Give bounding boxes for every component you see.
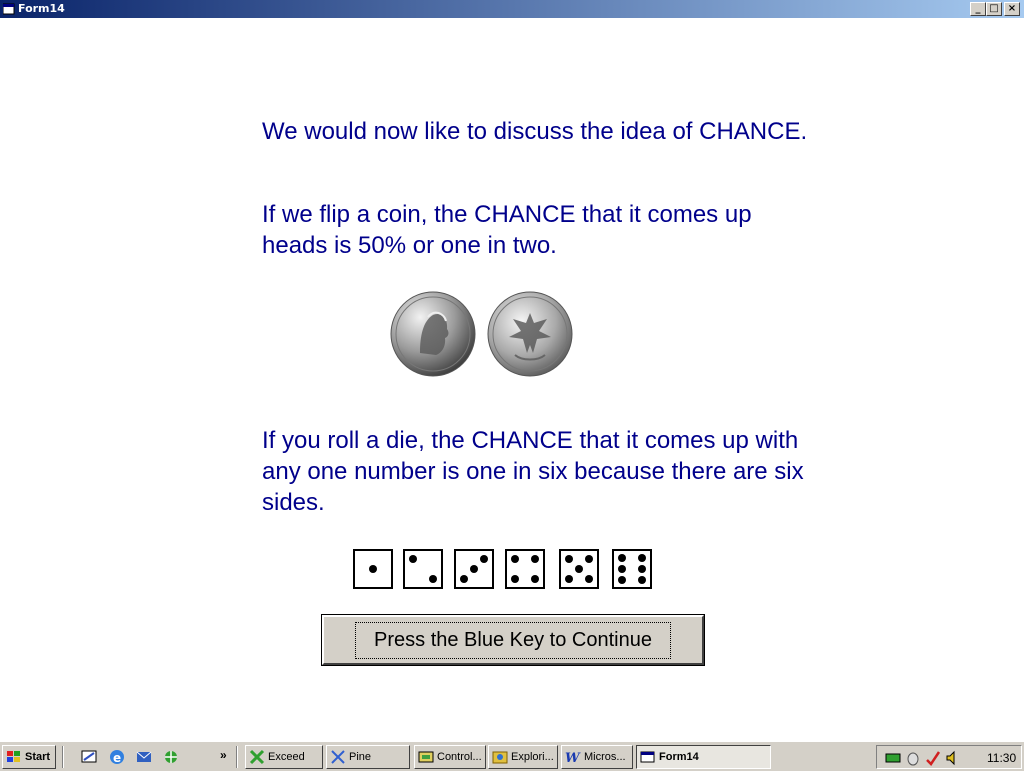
more-chevron[interactable]: »	[220, 748, 227, 762]
close-button[interactable]: ×	[1004, 2, 1020, 16]
window-title: Form14	[18, 2, 65, 15]
task-label: Control...	[437, 751, 482, 763]
exceed-icon	[249, 749, 265, 765]
task-label: Pine	[349, 751, 372, 763]
task-label: Explori...	[511, 751, 554, 763]
task-pine[interactable]: Pine	[326, 745, 410, 769]
coin-paragraph: If we flip a coin, the CHANCE that it co…	[262, 201, 752, 259]
coin-tails-icon	[487, 291, 573, 377]
task-control-panel[interactable]: Control...	[414, 745, 486, 769]
die-paragraph: If you roll a die, the CHANCE that it co…	[262, 427, 804, 516]
system-tray: 11:30	[876, 745, 1022, 769]
word-icon: W	[565, 751, 581, 765]
task-exceed[interactable]: Exceed	[245, 745, 323, 769]
desktop-icon[interactable]	[80, 748, 98, 766]
ie-icon[interactable]: e	[108, 748, 126, 766]
outlook-icon[interactable]	[135, 748, 153, 766]
taskbar-separator	[236, 746, 238, 768]
pine-icon	[331, 750, 345, 764]
die-face-4-icon	[505, 549, 545, 589]
explorer-icon	[492, 751, 508, 764]
clock: 11:30	[987, 751, 1017, 765]
taskbar: Start e » Exceed Pine Control... Explori…	[0, 741, 1024, 771]
network-icon[interactable]	[885, 750, 901, 766]
dice-row	[353, 549, 653, 589]
die-face-2-icon	[403, 549, 443, 589]
svg-text:e: e	[113, 751, 121, 765]
title-bar[interactable]: Form14 _ □ ×	[0, 0, 1024, 18]
task-form14[interactable]: Form14	[636, 745, 771, 769]
task-label: Form14	[659, 751, 699, 763]
die-face-6-icon	[612, 549, 652, 589]
die-face-5-icon	[559, 549, 599, 589]
coin-heads-icon	[390, 291, 476, 377]
maximize-button[interactable]: □	[986, 2, 1002, 16]
task-explorer[interactable]: Explori...	[488, 745, 558, 769]
channel-icon[interactable]	[162, 748, 180, 766]
control-panel-icon	[418, 751, 434, 763]
svg-text:W: W	[565, 751, 581, 765]
continue-button-label: Press the Blue Key to Continue	[355, 621, 671, 659]
continue-button[interactable]: Press the Blue Key to Continue	[321, 614, 705, 666]
start-button[interactable]: Start	[2, 745, 56, 769]
taskbar-separator	[62, 746, 64, 768]
minimize-button[interactable]: _	[970, 2, 986, 16]
windows-logo-icon	[7, 751, 20, 762]
task-label: Micros...	[584, 751, 626, 763]
die-face-3-icon	[454, 549, 494, 589]
form-window-icon[interactable]	[3, 3, 15, 15]
die-face-1-icon	[353, 549, 393, 589]
form-icon	[640, 751, 655, 763]
start-label: Start	[25, 751, 51, 763]
mouse-icon[interactable]	[905, 750, 921, 766]
intro-paragraph: We would now like to discuss the idea of…	[262, 118, 808, 145]
check-icon[interactable]	[925, 750, 941, 766]
volume-icon[interactable]	[945, 750, 961, 766]
task-word[interactable]: W Micros...	[561, 745, 633, 769]
task-label: Exceed	[268, 751, 305, 763]
